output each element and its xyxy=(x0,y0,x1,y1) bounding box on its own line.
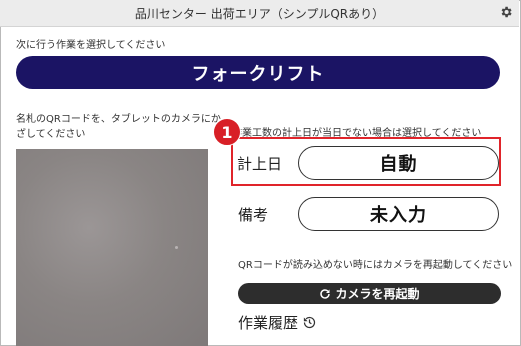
page-title: 品川センター 出荷エリア（シンプルQRあり） xyxy=(134,7,385,21)
restart-camera-button[interactable]: カメラを再起動 xyxy=(238,283,501,304)
step-badge: 1 xyxy=(213,118,241,146)
refresh-icon xyxy=(320,288,331,299)
history-label: 作業履歴 xyxy=(238,314,299,332)
camera-preview xyxy=(16,149,208,346)
date-select-button[interactable]: 自動 xyxy=(298,146,499,180)
date-label: 計上日 xyxy=(237,155,283,173)
header-bar: 品川センター 出荷エリア（シンプルQRあり） xyxy=(0,0,519,27)
note-input-button[interactable]: 未入力 xyxy=(298,197,499,231)
history-link[interactable]: 作業履歴 xyxy=(238,312,317,333)
note-label: 備考 xyxy=(238,206,269,224)
history-icon xyxy=(303,316,316,329)
task-instruction: 次に行う作業を選択してください xyxy=(16,40,166,51)
qr-instruction: 名札のQRコードを、タブレットのカメラにかざしてください xyxy=(16,114,221,140)
camera-help-text: QRコードが読み込めない時にはカメラを再起動してください xyxy=(238,260,513,271)
restart-camera-label: カメラを再起動 xyxy=(335,287,420,301)
gear-icon[interactable] xyxy=(499,5,513,19)
camera-speck xyxy=(175,246,178,249)
task-select-button[interactable]: フォークリフト xyxy=(16,56,500,89)
